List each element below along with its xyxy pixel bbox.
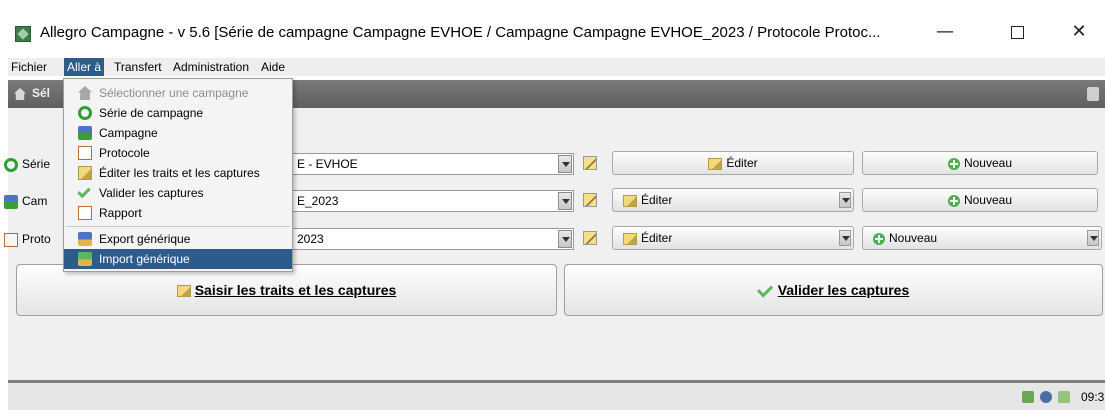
campagne-new-label: Nouveau bbox=[963, 193, 1013, 207]
campagne-new-button[interactable]: Nouveau bbox=[862, 188, 1098, 212]
protocole-new-button[interactable]: Nouveau bbox=[862, 226, 1102, 250]
menu-item-label: Valider les captures bbox=[99, 186, 204, 200]
status-bar: 09:3 bbox=[8, 380, 1105, 410]
menu-item-label: Campagne bbox=[99, 126, 158, 140]
menu-item-validate[interactable]: Valider les captures bbox=[64, 183, 292, 203]
chevron-down-icon[interactable] bbox=[839, 192, 851, 208]
chevron-down-icon[interactable] bbox=[558, 155, 572, 173]
protocole-new-label: Nouveau bbox=[889, 231, 938, 245]
edit-icon bbox=[176, 285, 191, 298]
menu-item-label: Sélectionner une campagne bbox=[99, 86, 249, 100]
protocole-select-value: 2023 bbox=[297, 232, 324, 246]
serie-new-button[interactable]: Nouveau bbox=[862, 151, 1098, 175]
edit-icon bbox=[78, 166, 92, 180]
sync-icon[interactable] bbox=[1022, 391, 1034, 403]
series-icon bbox=[78, 106, 92, 120]
menu-item-edit-traits[interactable]: Éditer les traits et les captures bbox=[64, 163, 292, 183]
protocole-edit-label: Éditer bbox=[641, 231, 673, 245]
menu-item-label: Éditer les traits et les captures bbox=[99, 166, 260, 180]
menu-item-import[interactable]: Import générique bbox=[64, 249, 292, 269]
import-icon bbox=[78, 252, 92, 266]
check-icon bbox=[756, 281, 773, 298]
serie-edit-label: Éditer bbox=[726, 156, 758, 170]
menu-item-label: Import générique bbox=[99, 252, 190, 266]
protocole-row-label: Proto bbox=[4, 229, 51, 249]
protocole-label-text: Proto bbox=[22, 232, 51, 246]
campagne-quick-edit-icon[interactable] bbox=[583, 193, 597, 207]
protocole-quick-edit-icon[interactable] bbox=[583, 231, 597, 245]
menu-aide[interactable]: Aide bbox=[258, 58, 288, 76]
valider-captures-label: Valider les captures bbox=[777, 282, 910, 298]
title-bar: Allegro Campagne - v 5.6 [Série de campa… bbox=[0, 0, 1105, 58]
series-icon bbox=[4, 157, 18, 172]
check-icon bbox=[77, 184, 91, 199]
maximize-button[interactable] bbox=[994, 14, 1040, 50]
campagne-edit-button[interactable]: Éditer bbox=[612, 188, 854, 212]
window-title: Allegro Campagne - v 5.6 [Série de campa… bbox=[40, 24, 881, 41]
campagne-label-text: Cam bbox=[22, 194, 48, 208]
chevron-down-icon[interactable] bbox=[1087, 230, 1099, 246]
menu-item-export[interactable]: Export générique bbox=[64, 229, 292, 249]
campagne-edit-label: Éditer bbox=[641, 193, 673, 207]
maximize-icon bbox=[1010, 25, 1024, 39]
book-icon[interactable] bbox=[1087, 87, 1099, 101]
campaign-icon bbox=[78, 126, 92, 140]
campagne-select[interactable]: E_2023 bbox=[292, 190, 574, 212]
campaign-icon bbox=[4, 194, 18, 209]
menu-item-label: Protocole bbox=[99, 146, 150, 160]
flag-icon[interactable] bbox=[1058, 391, 1070, 403]
aller-a-dropdown-menu: Sélectionner une campagne Série de campa… bbox=[63, 78, 293, 272]
menu-item-campaign[interactable]: Campagne bbox=[64, 123, 292, 143]
menu-item-label: Rapport bbox=[99, 206, 142, 220]
menu-transfert[interactable]: Transfert bbox=[111, 58, 165, 76]
app-logo-icon bbox=[15, 26, 31, 42]
menu-item-protocol[interactable]: Protocole bbox=[64, 143, 292, 163]
protocole-edit-button[interactable]: Éditer bbox=[612, 226, 854, 250]
protocol-icon bbox=[4, 232, 18, 247]
edit-icon bbox=[708, 157, 723, 170]
menu-item-label: Export générique bbox=[99, 232, 191, 246]
saisir-traits-label: Saisir les traits et les captures bbox=[194, 282, 397, 298]
status-icons bbox=[1022, 391, 1076, 405]
export-icon bbox=[78, 232, 92, 246]
menu-item-select-campaign[interactable]: Sélectionner une campagne bbox=[64, 83, 292, 103]
edit-icon bbox=[623, 232, 637, 245]
home-icon[interactable] bbox=[14, 88, 26, 100]
edit-icon bbox=[623, 194, 637, 207]
plus-icon bbox=[947, 157, 960, 170]
campagne-select-value: E_2023 bbox=[297, 194, 339, 208]
network-icon[interactable] bbox=[1040, 391, 1052, 403]
serie-edit-button[interactable]: Éditer bbox=[612, 151, 854, 175]
valider-captures-button[interactable]: Valider les captures bbox=[564, 264, 1103, 316]
chevron-down-icon[interactable] bbox=[558, 192, 572, 210]
serie-quick-edit-icon[interactable] bbox=[583, 156, 597, 170]
house-icon bbox=[78, 86, 92, 100]
close-button[interactable]: ✕ bbox=[1056, 14, 1102, 50]
serie-select-value: E - EVHOE bbox=[297, 157, 358, 171]
plus-icon bbox=[947, 194, 960, 207]
protocole-select[interactable]: 2023 bbox=[292, 228, 574, 250]
menu-separator bbox=[66, 226, 290, 227]
menu-administration[interactable]: Administration bbox=[170, 58, 252, 76]
menu-item-report[interactable]: Rapport bbox=[64, 203, 292, 223]
serie-new-label: Nouveau bbox=[963, 156, 1013, 170]
status-time: 09:3 bbox=[1081, 390, 1105, 404]
protocol-icon bbox=[78, 146, 92, 160]
serie-select[interactable]: E - EVHOE bbox=[292, 153, 574, 175]
menu-item-series[interactable]: Série de campagne bbox=[64, 103, 292, 123]
chevron-down-icon[interactable] bbox=[558, 230, 572, 248]
toolbar-label: Sél bbox=[32, 86, 51, 100]
serie-row-label: Série bbox=[4, 154, 50, 174]
menu-aller-a[interactable]: Aller à bbox=[64, 58, 105, 76]
menu-fichier[interactable]: Fichier bbox=[8, 58, 50, 76]
minimize-button[interactable]: — bbox=[922, 14, 968, 50]
campagne-row-label: Cam bbox=[4, 191, 47, 211]
plus-icon bbox=[873, 232, 885, 245]
report-icon bbox=[78, 206, 92, 220]
chevron-down-icon[interactable] bbox=[839, 230, 851, 246]
menu-bar: Fichier Aller à Transfert Administration… bbox=[8, 58, 1105, 76]
menu-item-label: Série de campagne bbox=[99, 106, 204, 120]
serie-label-text: Série bbox=[22, 157, 51, 171]
